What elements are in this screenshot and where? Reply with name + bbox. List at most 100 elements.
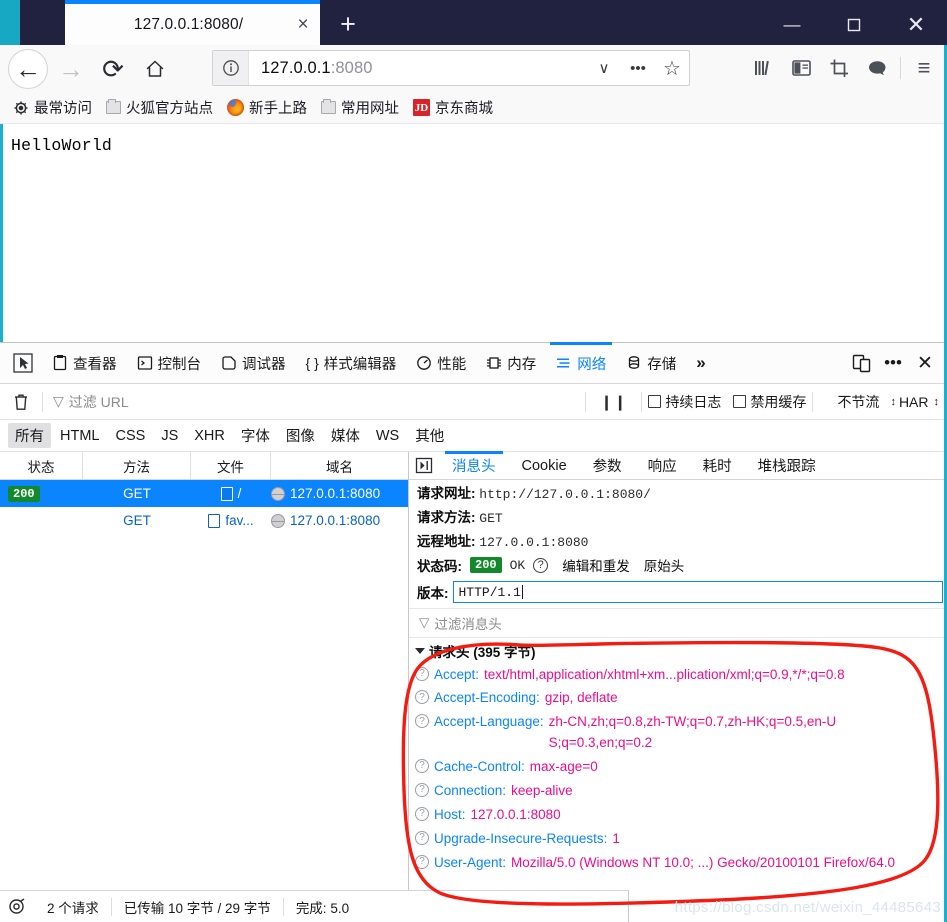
- browser-tab[interactable]: 127.0.0.1:8080/ ×: [65, 0, 320, 45]
- detail-tab-stacktrace[interactable]: 堆栈跟踪: [745, 452, 829, 479]
- help-icon[interactable]: ?: [533, 557, 549, 573]
- screenshot-crop-icon[interactable]: [820, 50, 858, 86]
- forward-button[interactable]: →: [50, 48, 92, 90]
- minimize-icon[interactable]: —: [761, 4, 823, 45]
- help-icon[interactable]: ?: [415, 854, 429, 869]
- har-menu[interactable]: HAR: [899, 394, 931, 410]
- type-filter-font[interactable]: 字体: [234, 423, 277, 448]
- checkbox[interactable]: [733, 395, 747, 408]
- bookmark-common-sites[interactable]: 常用网址: [314, 95, 406, 121]
- type-filter-html[interactable]: HTML: [53, 426, 106, 446]
- tab-inspector[interactable]: 查看器: [42, 343, 127, 383]
- responsive-design-icon[interactable]: [845, 347, 877, 379]
- close-window-icon[interactable]: ✕: [885, 4, 947, 45]
- hamburger-menu-icon[interactable]: ≡: [905, 50, 943, 86]
- help-icon[interactable]: ?: [415, 759, 429, 774]
- table-row[interactable]: 200 GET / 127.0.0.1:8080: [0, 480, 408, 507]
- throttle-spinner-icon[interactable]: ↕: [887, 396, 899, 408]
- maximize-icon[interactable]: [823, 4, 885, 45]
- back-button[interactable]: ←: [8, 48, 48, 89]
- devtools-options-icon[interactable]: •••: [877, 347, 909, 379]
- row-domain-label: 127.0.0.1:8080: [290, 513, 381, 528]
- help-icon[interactable]: ?: [415, 807, 429, 822]
- tab-network[interactable]: 网络: [546, 342, 616, 383]
- help-icon[interactable]: ?: [415, 714, 429, 729]
- type-filter-media[interactable]: 媒体: [324, 423, 367, 448]
- type-filter-css[interactable]: CSS: [108, 426, 152, 446]
- tab-memory[interactable]: 内存: [476, 343, 546, 383]
- devtools-close-icon[interactable]: ✕: [909, 347, 941, 379]
- tab-performance[interactable]: 性能: [406, 343, 476, 383]
- version-input[interactable]: HTTP/1.1: [452, 581, 943, 603]
- bookmark-star-icon[interactable]: ☆: [655, 51, 689, 85]
- debugger-icon: [221, 355, 237, 371]
- tab-debugger[interactable]: 调试器: [211, 343, 296, 383]
- bookmark-most-visited[interactable]: 最常访问: [6, 95, 99, 121]
- bookmark-getting-started[interactable]: 新手上路: [220, 95, 314, 121]
- help-icon[interactable]: ?: [415, 830, 429, 845]
- sidebar-icon[interactable]: [782, 50, 820, 86]
- url-host: 127.0.0.1: [261, 58, 331, 77]
- tab-console[interactable]: 控制台: [127, 343, 212, 383]
- text-caret: [521, 585, 523, 599]
- help-icon[interactable]: ?: [415, 783, 429, 798]
- new-tab-icon[interactable]: +: [328, 4, 368, 45]
- devtools-overflow-icon[interactable]: »: [686, 343, 715, 383]
- home-button[interactable]: [134, 48, 176, 90]
- pocket-chat-icon[interactable]: [858, 50, 896, 86]
- disable-cache-checkbox[interactable]: 禁用缓存: [727, 392, 812, 412]
- help-icon[interactable]: ?: [415, 666, 429, 681]
- close-tab-icon[interactable]: ×: [286, 4, 320, 45]
- url-input[interactable]: 127.0.0.1:8080: [249, 59, 587, 78]
- detail-tab-timings[interactable]: 耗时: [690, 452, 745, 479]
- header-name: Cache-Control:: [434, 759, 525, 775]
- type-filter-xhr[interactable]: XHR: [187, 426, 232, 446]
- tab-storage[interactable]: 存储: [616, 343, 686, 383]
- column-method[interactable]: 方法: [83, 452, 191, 479]
- edit-and-resend-button[interactable]: 编辑和重发: [562, 555, 630, 575]
- row-method: GET: [123, 513, 151, 528]
- page-actions-icon[interactable]: •••: [621, 51, 655, 85]
- type-filter-all[interactable]: 所有: [8, 423, 51, 448]
- remote-address-row: 远程地址: 127.0.0.1:8080: [409, 528, 947, 552]
- raw-headers-button[interactable]: 原始头: [644, 555, 685, 575]
- tab-style-editor[interactable]: { } 样式编辑器: [296, 343, 407, 383]
- throttle-select[interactable]: 不节流: [813, 392, 887, 412]
- column-status[interactable]: 状态: [0, 452, 83, 479]
- request-headers-section[interactable]: 请求头 (395 字节): [409, 638, 947, 663]
- bookmark-firefox-site[interactable]: 火狐官方站点: [99, 95, 220, 121]
- address-bar[interactable]: 127.0.0.1:8080 ∨ ••• ☆: [212, 50, 690, 86]
- reload-button[interactable]: ⟳: [92, 48, 134, 90]
- identity-info-icon[interactable]: [213, 51, 249, 85]
- folder-icon: [106, 99, 121, 114]
- expand-panel-icon[interactable]: [409, 457, 439, 474]
- element-picker-icon[interactable]: [6, 348, 40, 378]
- header-filter-input[interactable]: ▽ 过滤消息头: [409, 608, 947, 638]
- pause-recording-icon[interactable]: ❙❙: [586, 393, 641, 411]
- help-icon[interactable]: ?: [415, 690, 429, 705]
- column-file[interactable]: 文件: [191, 452, 271, 479]
- bookmark-jd-mall[interactable]: JD 京东商城: [406, 95, 500, 121]
- detail-tab-cookie[interactable]: Cookie: [509, 452, 580, 479]
- clear-requests-icon[interactable]: [0, 393, 42, 411]
- detail-tab-headers[interactable]: 消息头: [439, 451, 509, 479]
- url-dropdown-icon[interactable]: ∨: [587, 51, 621, 85]
- type-filter-js[interactable]: JS: [154, 426, 185, 446]
- table-row[interactable]: GET fav... 127.0.0.1:8080: [0, 507, 408, 534]
- url-filter-input[interactable]: ▽ 过滤 URL: [43, 392, 585, 412]
- type-filter-image[interactable]: 图像: [279, 423, 322, 448]
- network-summary-icon[interactable]: [0, 898, 35, 915]
- header-name: Accept-Encoding:: [434, 690, 540, 706]
- checkbox[interactable]: [648, 395, 662, 408]
- detail-tab-response[interactable]: 响应: [635, 452, 690, 479]
- header-item: ? Host: 127.0.0.1:8080: [415, 804, 947, 828]
- library-icon[interactable]: [744, 50, 782, 86]
- detail-tab-params[interactable]: 参数: [580, 452, 635, 479]
- type-filter-ws[interactable]: WS: [369, 426, 406, 446]
- type-filter-other[interactable]: 其他: [408, 423, 451, 448]
- globe-icon: [271, 486, 285, 501]
- header-item: ? Upgrade-Insecure-Requests: 1: [415, 827, 947, 851]
- version-value: HTTP/1.1: [458, 584, 521, 600]
- column-domain[interactable]: 域名: [271, 452, 408, 479]
- persist-logs-checkbox[interactable]: 持续日志: [642, 392, 727, 412]
